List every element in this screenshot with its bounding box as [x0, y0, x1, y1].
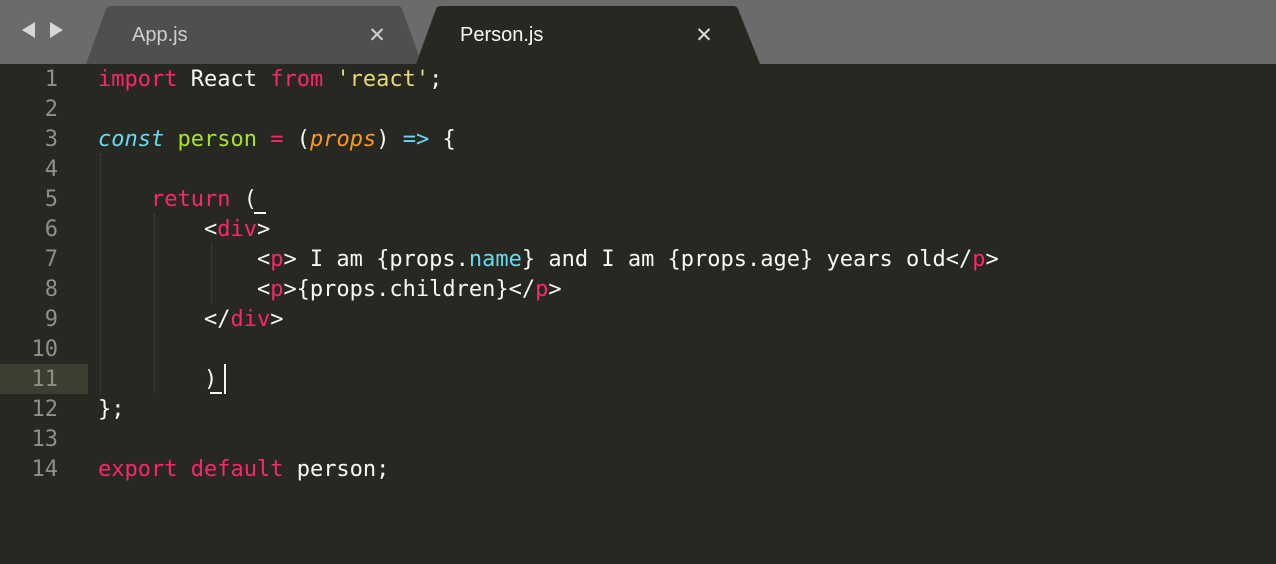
line-number: 1 [44, 67, 58, 92]
code-token: > [548, 277, 562, 302]
code-token: </ [98, 307, 231, 332]
code-token: < [98, 217, 218, 242]
code-editor[interactable]: 1 2 3 4 5 6 7 8 9 10 11 12 13 14 import React from 'r… [0, 64, 1276, 564]
code-token: div [230, 307, 271, 332]
code-token: < [98, 277, 271, 302]
code-line: </div> [98, 305, 284, 335]
code-token: div [217, 217, 257, 242]
code-token: default [190, 457, 284, 482]
code-token: const [98, 127, 165, 152]
code-token: > I am {props. [283, 247, 469, 272]
code-token: p [972, 247, 986, 272]
code-token: ( [230, 187, 257, 212]
code-token: < [98, 247, 271, 272]
line-number: 6 [44, 217, 58, 242]
code-token: export [98, 457, 178, 482]
editor-window: App.js ✕ Person.js ✕ 1 2 3 4 5 6 7 8 9 10 11 12 13 14 [0, 0, 1276, 564]
code-token: ) [98, 367, 218, 392]
line-number: 14 [31, 457, 59, 482]
code-token: from [270, 67, 324, 92]
code-line: <p> I am {props.name} and I am {props.ag… [98, 245, 999, 275]
code-token: ( [283, 127, 310, 152]
code-token: import [98, 67, 178, 92]
close-icon[interactable]: ✕ [693, 24, 715, 46]
code-token: 'react' [336, 67, 430, 92]
code-line: <p>{props.children}</p> [98, 275, 562, 305]
code-token: > [985, 247, 999, 272]
code-token: props [309, 127, 377, 152]
code-token: ) [376, 127, 403, 152]
line-number: 2 [44, 97, 58, 122]
code-token: person [177, 127, 257, 152]
line-number: 13 [31, 427, 59, 452]
code-token: ; [429, 67, 443, 92]
code-line: ) [98, 365, 217, 395]
line-number: 9 [44, 307, 58, 332]
code-line: import React from 'react'; [98, 65, 442, 95]
line-number: 7 [44, 247, 58, 272]
code-token: > [256, 217, 271, 242]
code-token: }; [98, 397, 125, 422]
code-line: }; [98, 395, 125, 425]
code-token: name [468, 247, 522, 272]
tab-person-js-label: Person.js [460, 24, 544, 46]
code-token: { [429, 127, 456, 152]
forward-arrow-icon[interactable] [50, 22, 63, 38]
line-number: 5 [44, 187, 58, 212]
code-token: > [270, 307, 284, 332]
tab-navigation [20, 20, 68, 42]
code-line: <div> [98, 215, 270, 245]
code-token: person; [283, 457, 390, 482]
code-line: const person = (props) => { [98, 125, 456, 155]
line-number: 4 [44, 157, 58, 182]
tab-bar: App.js ✕ Person.js ✕ [0, 0, 1276, 64]
code-token: p [270, 277, 284, 302]
code-token: React [177, 67, 271, 92]
code-token: return [150, 187, 231, 212]
code-token: } and I am {props.age} years old</ [521, 247, 973, 272]
line-number: 3 [44, 127, 58, 152]
code-token: = [270, 127, 284, 152]
line-number: 11 [31, 367, 59, 392]
text-cursor [224, 364, 226, 394]
tab-app-js-label: App.js [132, 24, 188, 46]
code-token: p [270, 247, 284, 272]
code-line: return ( [98, 185, 257, 215]
line-number: 12 [31, 397, 59, 422]
code-token: => [402, 127, 430, 152]
tab-app-js[interactable]: App.js ✕ [86, 6, 422, 64]
line-number-gutter: 1 2 3 4 5 6 7 8 9 10 11 12 13 14 [0, 64, 88, 564]
code-area[interactable]: import React from 'react'; const person =… [98, 64, 1268, 564]
back-arrow-icon[interactable] [22, 22, 35, 38]
line-number: 8 [44, 277, 58, 302]
tab-person-js[interactable]: Person.js ✕ [416, 6, 764, 64]
code-token: p [535, 277, 549, 302]
code-token: >{props.children}</ [283, 277, 536, 302]
line-number: 10 [31, 337, 59, 362]
code-line: export default person; [98, 455, 389, 485]
close-icon[interactable]: ✕ [366, 24, 388, 46]
